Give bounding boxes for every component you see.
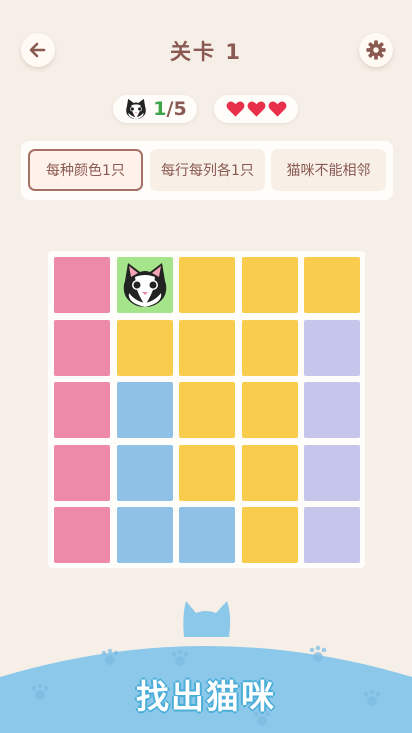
heart-icon xyxy=(226,101,244,117)
cat-face-icon xyxy=(126,98,147,120)
find-cats-banner: 找出猫咪 xyxy=(136,677,276,716)
board-cell-pink[interactable] xyxy=(54,444,110,501)
board-cell-blue[interactable] xyxy=(116,444,173,501)
cat-face-icon xyxy=(123,263,166,307)
gear-icon xyxy=(366,40,386,60)
level-title: 关卡 1 xyxy=(170,40,242,64)
lives-display xyxy=(214,95,298,123)
board-cell-yellow[interactable] xyxy=(241,444,298,501)
board-cell-blue[interactable] xyxy=(116,382,173,438)
board-cell-yellow[interactable] xyxy=(241,382,298,438)
game-board xyxy=(48,251,365,568)
settings-button[interactable] xyxy=(359,33,393,67)
rule-tab-one-per-color[interactable]: 每种颜色1只 xyxy=(28,149,143,191)
board-cell-yellow[interactable] xyxy=(304,257,360,313)
board-cell-purple[interactable] xyxy=(304,382,360,438)
board-cell-blue[interactable] xyxy=(116,507,173,563)
board-cell-yellow[interactable] xyxy=(179,444,235,501)
board-cell-yellow[interactable] xyxy=(241,257,298,313)
board-cell-pink[interactable] xyxy=(54,382,110,438)
heart-icon xyxy=(268,101,286,117)
board-cell-blue[interactable] xyxy=(179,507,235,563)
board-cell-pink[interactable] xyxy=(54,319,110,376)
cat-counter: 1/5 xyxy=(113,95,197,123)
board-cell-yellow[interactable] xyxy=(241,507,298,563)
board-cell-yellow[interactable] xyxy=(241,319,298,376)
board-cell-purple[interactable] xyxy=(304,444,360,501)
rule-tab-no-adjacent[interactable]: 猫咪不能相邻 xyxy=(271,149,386,191)
board-cell-purple[interactable] xyxy=(304,507,360,563)
board-cell-yellow[interactable] xyxy=(179,319,235,376)
board-cell-yellow[interactable] xyxy=(116,319,173,376)
rules-panel: 每种颜色1只 每行每列各1只 猫咪不能相邻 xyxy=(21,141,393,200)
board-cell-pink[interactable] xyxy=(54,257,110,313)
board-cell-yellow[interactable] xyxy=(179,382,235,438)
heart-icon xyxy=(247,101,265,117)
board-cell-pink[interactable] xyxy=(54,507,110,563)
cat-count: 1/5 xyxy=(153,98,187,120)
cat-silhouette-icon xyxy=(183,601,231,637)
rule-tab-one-per-row-col[interactable]: 每行每列各1只 xyxy=(150,149,265,191)
header: 关卡 1 xyxy=(0,0,412,100)
board-cell-cat[interactable] xyxy=(116,257,173,313)
board-cell-yellow[interactable] xyxy=(179,257,235,313)
board-cell-purple[interactable] xyxy=(304,319,360,376)
